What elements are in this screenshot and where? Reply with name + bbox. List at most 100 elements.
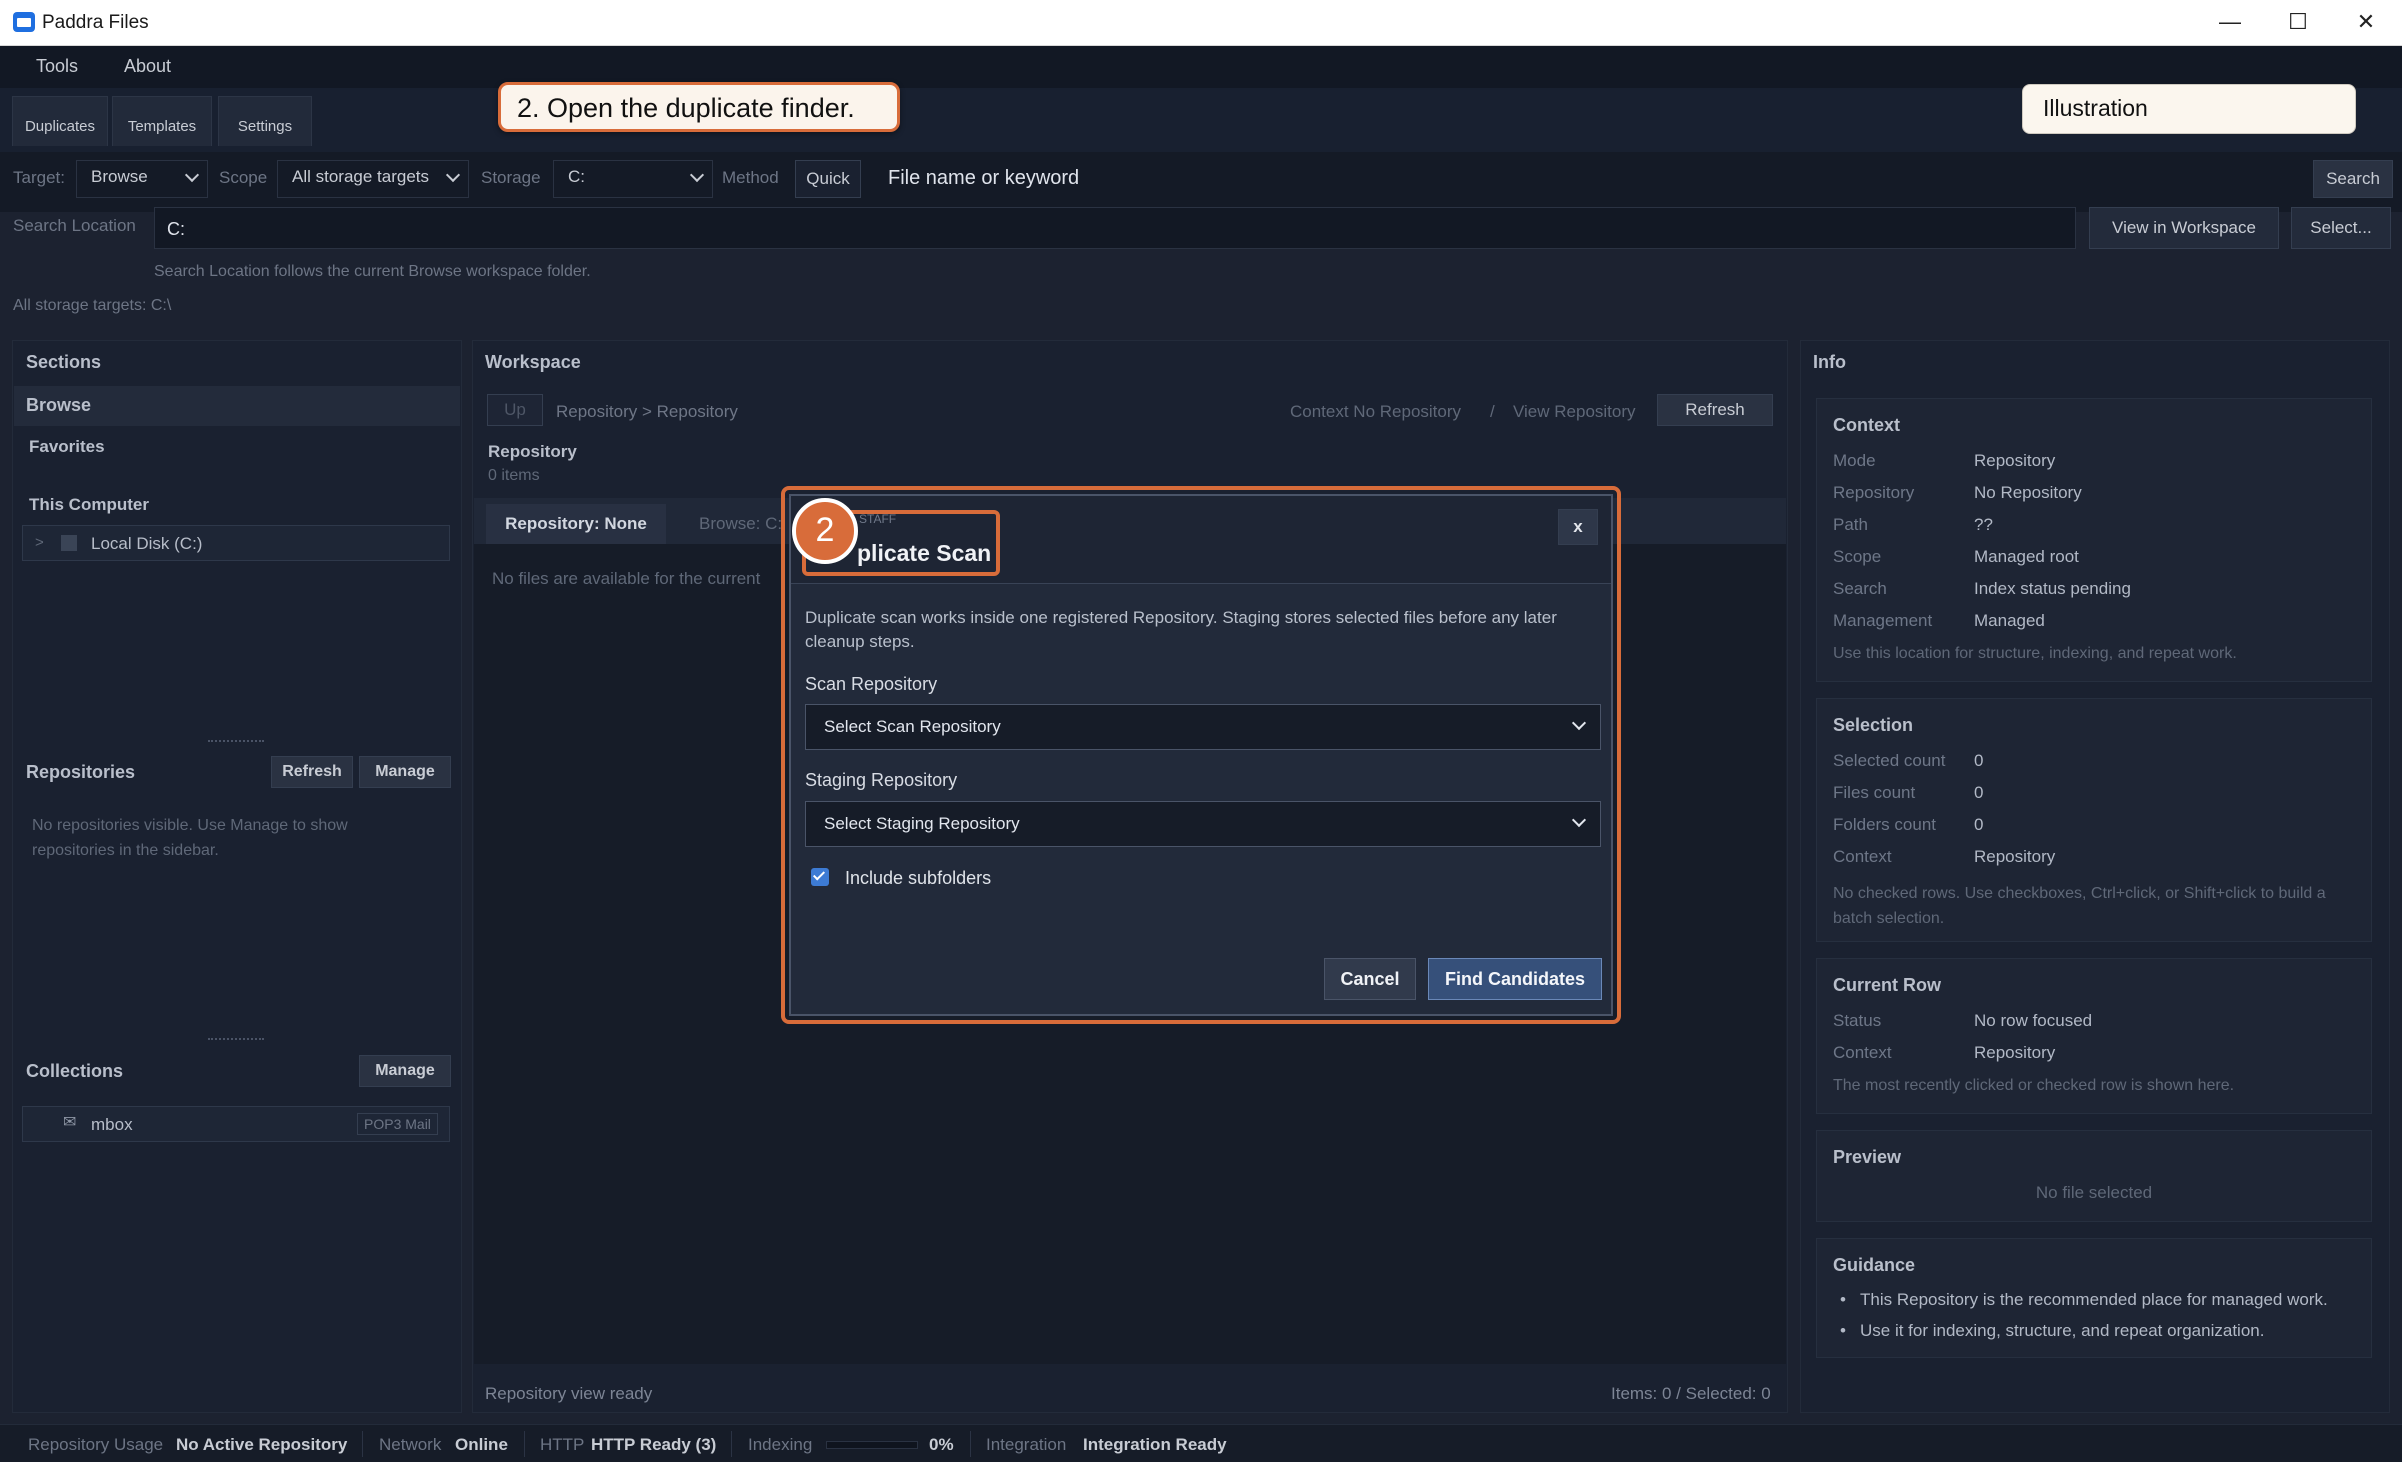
preview-heading: Preview xyxy=(1833,1147,1902,1167)
close-window-button[interactable]: ✕ xyxy=(2330,0,2402,46)
all-storage-targets: All storage targets: C:\ xyxy=(13,297,172,314)
tab-settings[interactable]: Settings xyxy=(218,96,312,146)
cancel-button[interactable]: Cancel xyxy=(1324,958,1416,1000)
repo-usage-value: No Active Repository xyxy=(176,1435,348,1454)
step-callout: 2. Open the duplicate finder. xyxy=(498,82,900,132)
select-location-button[interactable]: Select... xyxy=(2291,207,2391,249)
workspace-item-summary: Items: 0 / Selected: 0 xyxy=(1611,1384,1771,1403)
search-location-input[interactable]: C: xyxy=(154,207,2076,249)
tab-duplicates[interactable]: Duplicates xyxy=(12,96,108,146)
repositories-refresh-button[interactable]: Refresh xyxy=(271,756,353,788)
status-divider xyxy=(362,1431,363,1457)
staging-repository-select[interactable]: Select Staging Repository xyxy=(805,801,1601,847)
context-card xyxy=(1816,398,2372,682)
guidance-item: This Repository is the recommended place… xyxy=(1860,1290,2328,1309)
selection-value: 0 xyxy=(1974,815,1984,834)
tab-templates[interactable]: Templates xyxy=(112,96,212,146)
window-title: Paddra Files xyxy=(42,12,149,33)
workspace-context: Context No Repository xyxy=(1290,402,1462,421)
indexing-value: 0% xyxy=(929,1435,954,1454)
context-value: Managed root xyxy=(1974,547,2079,566)
repositories-panel xyxy=(14,748,460,1038)
context-key: Scope xyxy=(1833,547,1882,566)
find-candidates-button[interactable]: Find Candidates xyxy=(1428,958,1602,1000)
workspace-title: Workspace xyxy=(485,352,581,372)
repositories-manage-button[interactable]: Manage xyxy=(359,756,451,788)
selection-key: Files count xyxy=(1833,783,1916,802)
search-button[interactable]: Search xyxy=(2313,160,2393,198)
step-number-badge: 2 xyxy=(792,498,858,564)
menu-tools[interactable]: Tools xyxy=(36,56,78,77)
context-value: No Repository xyxy=(1974,483,2082,502)
storage-value: C: xyxy=(568,167,585,186)
keyword-input[interactable]: File name or keyword xyxy=(875,160,2305,198)
splitter-handle[interactable] xyxy=(208,740,264,744)
current-row-key: Context xyxy=(1833,1043,1892,1062)
minimize-button[interactable]: — xyxy=(2194,0,2266,46)
scan-repository-select[interactable]: Select Scan Repository xyxy=(805,704,1601,750)
view-in-workspace-button[interactable]: View in Workspace xyxy=(2089,207,2279,249)
menu-bar: Tools About xyxy=(0,46,2402,88)
workspace-refresh-button[interactable]: Refresh xyxy=(1657,394,1773,426)
context-key: Repository xyxy=(1833,483,1915,502)
collection-item[interactable]: ✉ mbox POP3 Mail xyxy=(22,1106,450,1142)
indexing-label: Indexing xyxy=(748,1435,813,1454)
guidance-heading: Guidance xyxy=(1833,1255,1916,1275)
app-folder-icon xyxy=(13,12,35,32)
up-button[interactable]: Up xyxy=(487,394,543,426)
breadcrumb-separator: / xyxy=(1490,402,1495,421)
browse-label: Browse xyxy=(26,395,92,415)
guidance-item: Use it for indexing, structure, and repe… xyxy=(1860,1321,2265,1340)
tab-repository-none[interactable]: Repository: None xyxy=(486,504,666,544)
chevron-down-icon xyxy=(689,167,705,183)
target-select[interactable]: Browse xyxy=(76,160,208,198)
context-value: Repository xyxy=(1974,451,2056,470)
workspace-empty-text: No files are available for the current xyxy=(492,569,761,588)
dialog-description: Duplicate scan works inside one register… xyxy=(805,608,1557,651)
chevron-down-icon xyxy=(445,167,461,183)
status-divider xyxy=(970,1431,971,1457)
context-key: Search xyxy=(1833,579,1887,598)
storage-select[interactable]: C: xyxy=(553,160,713,198)
view-repository-link[interactable]: View Repository xyxy=(1513,402,1636,422)
workspace-breadcrumb: Repository > Repository xyxy=(556,402,738,421)
scope-label: Scope xyxy=(219,168,268,187)
scope-value: All storage targets xyxy=(292,167,430,186)
drive-icon xyxy=(61,535,77,551)
selection-note: No checked rows. Use checkboxes, Ctrl+cl… xyxy=(1833,885,2326,927)
tree-item-local-disk[interactable]: > Local Disk (C:) xyxy=(22,525,450,561)
scan-repository-value: Select Scan Repository xyxy=(824,717,1001,736)
sections-title: Sections xyxy=(26,352,102,372)
expand-chevron-icon[interactable]: > xyxy=(35,534,44,551)
selection-value: Repository xyxy=(1974,847,2056,866)
maximize-button[interactable]: ☐ xyxy=(2262,0,2334,46)
scan-repository-label: Scan Repository xyxy=(805,674,938,694)
method-label: Method xyxy=(722,168,779,187)
current-row-key: Status xyxy=(1833,1011,1882,1030)
network-value: Online xyxy=(455,1435,508,1454)
sidebar-item-favorites[interactable]: Favorites xyxy=(29,437,105,457)
selection-key: Selected count xyxy=(1833,751,1946,770)
workspace-status: Repository view ready xyxy=(485,1384,653,1403)
context-value: ?? xyxy=(1974,515,1993,534)
checkmark-icon xyxy=(812,868,826,881)
tab-browse[interactable]: Browse: C: xyxy=(699,514,782,534)
sidebar-item-browse[interactable]: Browse xyxy=(14,386,460,426)
dialog-close-button[interactable]: x xyxy=(1558,509,1598,545)
selection-heading: Selection xyxy=(1833,715,1914,735)
context-value: Index status pending xyxy=(1974,579,2131,598)
context-key: Path xyxy=(1833,515,1868,534)
method-button[interactable]: Quick xyxy=(795,160,861,198)
scope-select[interactable]: All storage targets xyxy=(277,160,469,198)
guidance-bullet: • xyxy=(1840,1321,1846,1340)
mail-icon: ✉ xyxy=(63,1114,77,1131)
splitter-handle[interactable] xyxy=(208,1038,264,1042)
collections-manage-button[interactable]: Manage xyxy=(359,1055,451,1087)
menu-about[interactable]: About xyxy=(124,56,171,77)
status-bar: Repository Usage No Active Repository Ne… xyxy=(0,1424,2402,1462)
chevron-down-icon xyxy=(1571,715,1587,731)
current-row-value: No row focused xyxy=(1974,1011,2093,1030)
include-subfolders-label[interactable]: Include subfolders xyxy=(845,868,991,889)
include-subfolders-checkbox[interactable] xyxy=(811,868,829,886)
info-title: Info xyxy=(1813,352,1846,372)
